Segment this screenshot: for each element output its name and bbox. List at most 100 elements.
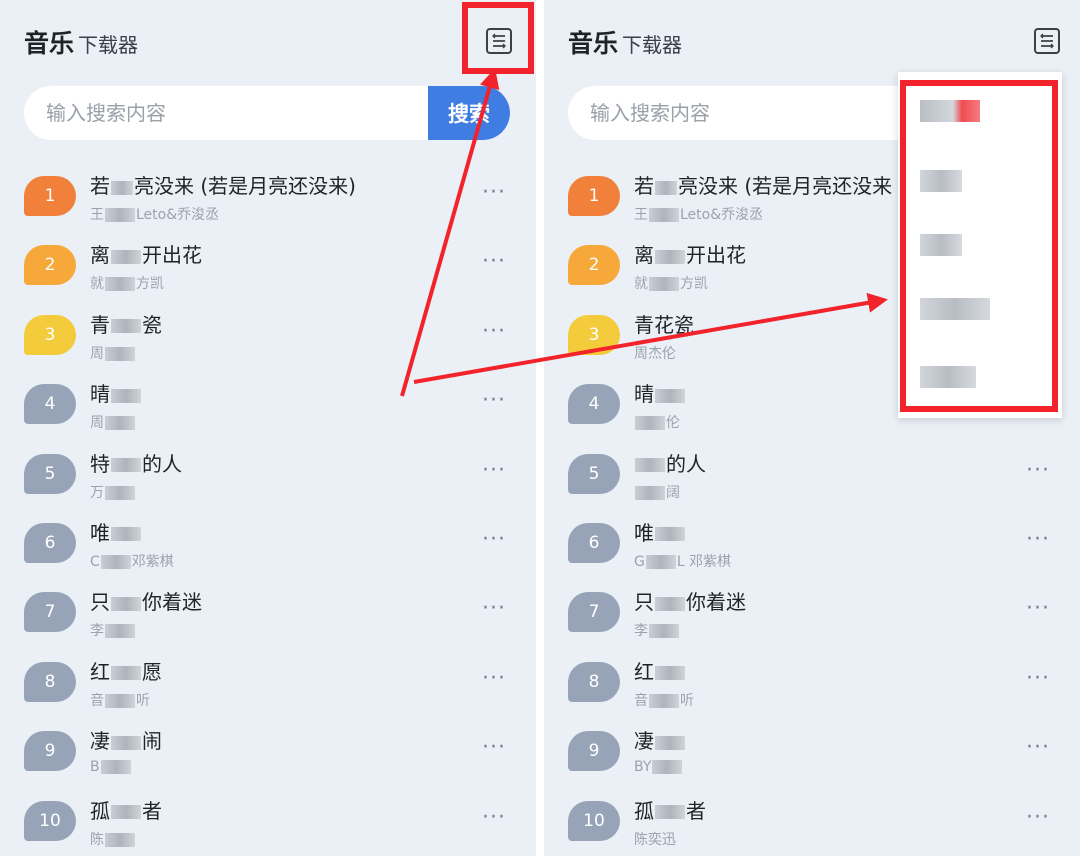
rank-badge: 9 [568, 731, 620, 772]
right-screen: 音乐 下载器 搜索 1 若亮没来 (若是月亮还没来 王Leto&乔浚丞 ··· … [544, 0, 1080, 856]
rank-badge: 9 [24, 731, 76, 772]
song-row[interactable]: 5 的人 阔 ··· [544, 438, 1080, 507]
song-title: 唯 [634, 517, 686, 546]
song-row[interactable]: 9 凄 BY ··· [544, 715, 1080, 784]
song-title: 只你着迷 [90, 590, 202, 615]
highlight-box-dropdown [900, 80, 1058, 412]
rank-badge: 10 [568, 800, 620, 841]
song-row[interactable]: 10 孤者 陈 ··· [0, 785, 536, 854]
rank-badge: 7 [568, 592, 620, 633]
more-options-icon[interactable]: ··· [482, 459, 506, 482]
more-options-icon[interactable]: ··· [1026, 667, 1050, 690]
more-options-icon[interactable]: ··· [482, 528, 506, 551]
rank-badge: 3 [568, 314, 620, 355]
song-row[interactable]: 2 离开出花 就方凯 ··· [0, 229, 536, 298]
more-options-icon[interactable]: ··· [482, 806, 506, 829]
more-options-icon[interactable]: ··· [1026, 528, 1050, 551]
song-row[interactable]: 9 凄闹 B ··· [0, 715, 536, 784]
app-title: 音乐 [568, 29, 619, 58]
left-screen: 音乐 下载器 搜索 1 若亮没来 (若是月亮还没来) 王Leto&乔浚丞 ···… [0, 0, 536, 856]
rank-badge: 1 [24, 176, 76, 216]
rank-badge: 5 [568, 453, 620, 494]
app-subtitle: 下载器 [622, 33, 683, 57]
song-title: 孤者 [90, 798, 162, 823]
song-title: 晴 [90, 378, 142, 407]
rank-badge: 8 [24, 661, 76, 702]
more-options-icon[interactable]: ··· [482, 251, 506, 273]
rank-badge: 1 [568, 176, 620, 216]
song-artist: 李 [90, 620, 136, 640]
song-artist: 万 [90, 482, 136, 502]
song-row[interactable]: 10 孤者 陈奕迅 ··· [544, 785, 1080, 854]
more-options-icon[interactable]: ··· [1026, 737, 1050, 759]
song-title: 红愿 [90, 659, 162, 684]
more-options-icon[interactable]: ··· [482, 182, 506, 204]
search-input[interactable] [24, 86, 428, 140]
song-row[interactable]: 3 青瓷 周 ··· [0, 299, 536, 368]
song-artist: B [90, 759, 132, 775]
app-header: 音乐 下载器 [568, 24, 682, 64]
song-row[interactable]: 7 只你着迷 李 ··· [544, 576, 1080, 645]
panel-divider [536, 0, 544, 856]
rank-badge: 4 [568, 384, 620, 425]
sort-menu-button[interactable] [1034, 28, 1060, 54]
rank-badge: 8 [568, 661, 620, 702]
more-options-icon[interactable]: ··· [1026, 459, 1050, 482]
search-button[interactable]: 搜索 [428, 86, 510, 140]
song-artist: 音听 [90, 692, 150, 709]
song-artist: 陈奕迅 [634, 831, 676, 848]
song-title: 特的人 [90, 451, 182, 476]
song-artist: C 邓紫棋 [90, 553, 174, 570]
more-options-icon[interactable]: ··· [482, 320, 506, 343]
song-title: 凄 [634, 725, 686, 754]
more-options-icon[interactable]: ··· [482, 390, 506, 412]
song-artist: 王 Leto&乔浚丞 [634, 207, 764, 223]
song-title: 离开出花 [634, 243, 746, 268]
song-row[interactable]: 1 若亮没来 (若是月亮还没来) 王 Leto&乔浚丞 ··· [0, 160, 536, 229]
song-title: 的人 [634, 448, 706, 477]
song-artist: 就方凯 [634, 276, 708, 293]
rank-badge: 6 [568, 522, 620, 563]
song-artist: 周 [90, 343, 136, 363]
song-row[interactable]: 4 晴 周 ··· [0, 368, 536, 437]
rank-badge: 5 [24, 453, 76, 494]
song-artist: 伦 [634, 412, 680, 432]
song-artist: BY [634, 759, 683, 775]
rank-badge: 10 [24, 800, 76, 841]
rank-badge: 2 [24, 245, 76, 286]
song-row[interactable]: 8 红 音听 ··· [544, 646, 1080, 715]
song-title: 只你着迷 [634, 590, 746, 615]
song-row[interactable]: 6 唯 GL 邓紫棋 ··· [544, 507, 1080, 576]
song-list: 1 若亮没来 (若是月亮还没来) 王 Leto&乔浚丞 ··· 2 离开出花 就方… [0, 160, 536, 854]
song-title: 凄闹 [90, 729, 162, 754]
song-title: 离开出花 [90, 243, 202, 268]
song-artist: 就方凯 [90, 276, 164, 293]
song-title: 青花瓷 [634, 312, 694, 337]
rank-badge: 4 [24, 384, 76, 425]
rank-badge: 3 [24, 314, 76, 355]
song-artist: 音听 [634, 692, 694, 709]
song-artist: 周 [90, 412, 136, 432]
rank-badge: 7 [24, 592, 76, 633]
song-title: 若亮没来 (若是月亮还没来) [90, 174, 356, 198]
song-artist: GL 邓紫棋 [634, 553, 732, 570]
song-title: 晴 [634, 378, 686, 407]
sort-menu-icon [1040, 33, 1054, 49]
more-options-icon[interactable]: ··· [1026, 806, 1050, 829]
more-options-icon[interactable]: ··· [482, 737, 506, 759]
more-options-icon[interactable]: ··· [1026, 598, 1050, 620]
more-options-icon[interactable]: ··· [482, 667, 506, 690]
song-row[interactable]: 6 唯 C 邓紫棋 ··· [0, 507, 536, 576]
song-row[interactable]: 8 红愿 音听 ··· [0, 646, 536, 715]
app-header: 音乐 下载器 [24, 24, 138, 64]
song-artist: 王 Leto&乔浚丞 [90, 207, 220, 223]
song-title: 孤者 [634, 798, 706, 823]
more-options-icon[interactable]: ··· [482, 598, 506, 620]
song-title: 若亮没来 (若是月亮还没来 [634, 174, 893, 198]
highlight-box-menu-button [462, 2, 534, 74]
song-row[interactable]: 7 只你着迷 李 ··· [0, 576, 536, 645]
song-artist: 陈 [90, 829, 136, 849]
app-title: 音乐 [24, 29, 75, 58]
app-subtitle: 下载器 [78, 33, 139, 57]
song-row[interactable]: 5 特的人 万 ··· [0, 438, 536, 507]
